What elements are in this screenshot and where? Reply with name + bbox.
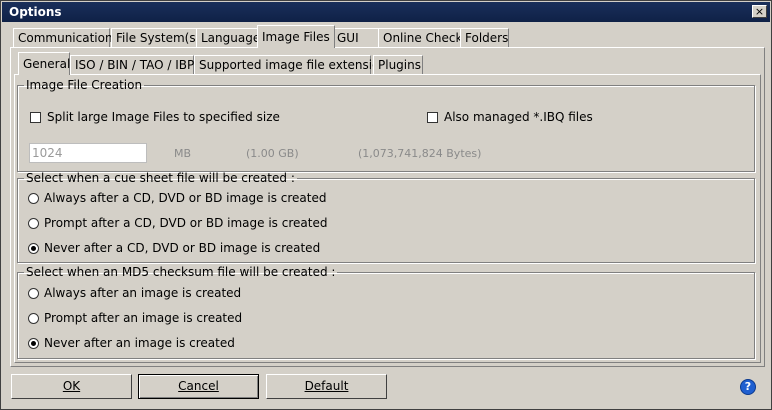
md5-never-radio[interactable]: Never after an image is created xyxy=(28,335,235,351)
tab-communication[interactable]: Communication xyxy=(13,28,113,47)
ok-button[interactable]: OK xyxy=(11,374,132,399)
split-size-input[interactable]: 1024 xyxy=(29,143,147,163)
tab-folders[interactable]: Folders xyxy=(460,28,509,47)
radio-circle[interactable] xyxy=(28,288,39,299)
subtab-iso-bin-tao-ibp[interactable]: ISO / BIN / TAO / IBP xyxy=(70,55,194,74)
md5-always-label: Always after an image is created xyxy=(44,286,242,300)
cue-always-label: Always after a CD, DVD or BD image is cr… xyxy=(44,191,327,205)
md5-never-label: Never after an image is created xyxy=(44,336,235,350)
help-icon[interactable]: ? xyxy=(740,379,756,395)
cancel-button-label: Cancel xyxy=(178,379,219,393)
size-unit-label: MB xyxy=(174,147,192,160)
size-gb-label: (1.00 GB) xyxy=(246,147,299,160)
title-bar: Options × xyxy=(2,2,770,22)
ibq-files-checkbox[interactable]: Also managed *.IBQ files xyxy=(427,109,593,125)
sub-tab-bar: General ISO / BIN / TAO / IBP Supported … xyxy=(18,52,438,75)
default-button-label: Default xyxy=(304,379,349,393)
md5-always-radio[interactable]: Always after an image is created xyxy=(28,285,241,301)
tab-image-files[interactable]: Image Files xyxy=(257,25,335,48)
ok-button-label: OK xyxy=(62,379,81,393)
default-button[interactable]: Default xyxy=(266,374,387,399)
checkbox-box[interactable] xyxy=(427,112,438,123)
tab-online-check[interactable]: Online Check xyxy=(378,28,462,47)
window-title: Options xyxy=(9,5,62,19)
size-bytes-label: (1,073,741,824 Bytes) xyxy=(358,147,482,160)
checkbox-box[interactable] xyxy=(30,112,41,123)
md5-prompt-label: Prompt after an image is created xyxy=(44,311,243,325)
ibq-files-label: Also managed *.IBQ files xyxy=(444,110,593,124)
radio-circle[interactable] xyxy=(28,193,39,204)
subtab-plugins[interactable]: Plugins xyxy=(373,55,423,74)
options-dialog: Options × Communication File System(s) L… xyxy=(0,0,772,410)
split-files-checkbox[interactable]: Split large Image Files to specified siz… xyxy=(30,109,280,125)
close-icon[interactable]: × xyxy=(752,5,767,18)
top-tab-bar: Communication File System(s) Language Im… xyxy=(13,25,513,48)
md5-legend: Select when an MD5 checksum file will be… xyxy=(26,265,336,279)
subtab-supported-extensions[interactable]: Supported image file extensions xyxy=(194,55,393,74)
subtab-general[interactable]: General xyxy=(18,52,70,75)
cue-never-radio[interactable]: Never after a CD, DVD or BD image is cre… xyxy=(28,240,320,256)
radio-circle[interactable] xyxy=(28,313,39,324)
cue-always-radio[interactable]: Always after a CD, DVD or BD image is cr… xyxy=(28,190,326,206)
image-file-creation-legend: Image File Creation xyxy=(26,78,143,92)
split-files-label: Split large Image Files to specified siz… xyxy=(47,110,280,124)
tab-file-systems[interactable]: File System(s) xyxy=(111,28,205,47)
cue-prompt-label: Prompt after a CD, DVD or BD image is cr… xyxy=(44,216,328,230)
cue-prompt-radio[interactable]: Prompt after a CD, DVD or BD image is cr… xyxy=(28,215,327,231)
cancel-button[interactable]: Cancel xyxy=(138,374,259,399)
cue-never-label: Never after a CD, DVD or BD image is cre… xyxy=(44,241,321,255)
radio-circle-selected[interactable] xyxy=(28,338,39,349)
radio-circle-selected[interactable] xyxy=(28,243,39,254)
md5-prompt-radio[interactable]: Prompt after an image is created xyxy=(28,310,242,326)
radio-circle[interactable] xyxy=(28,218,39,229)
cue-sheet-legend: Select when a cue sheet file will be cre… xyxy=(26,171,295,185)
